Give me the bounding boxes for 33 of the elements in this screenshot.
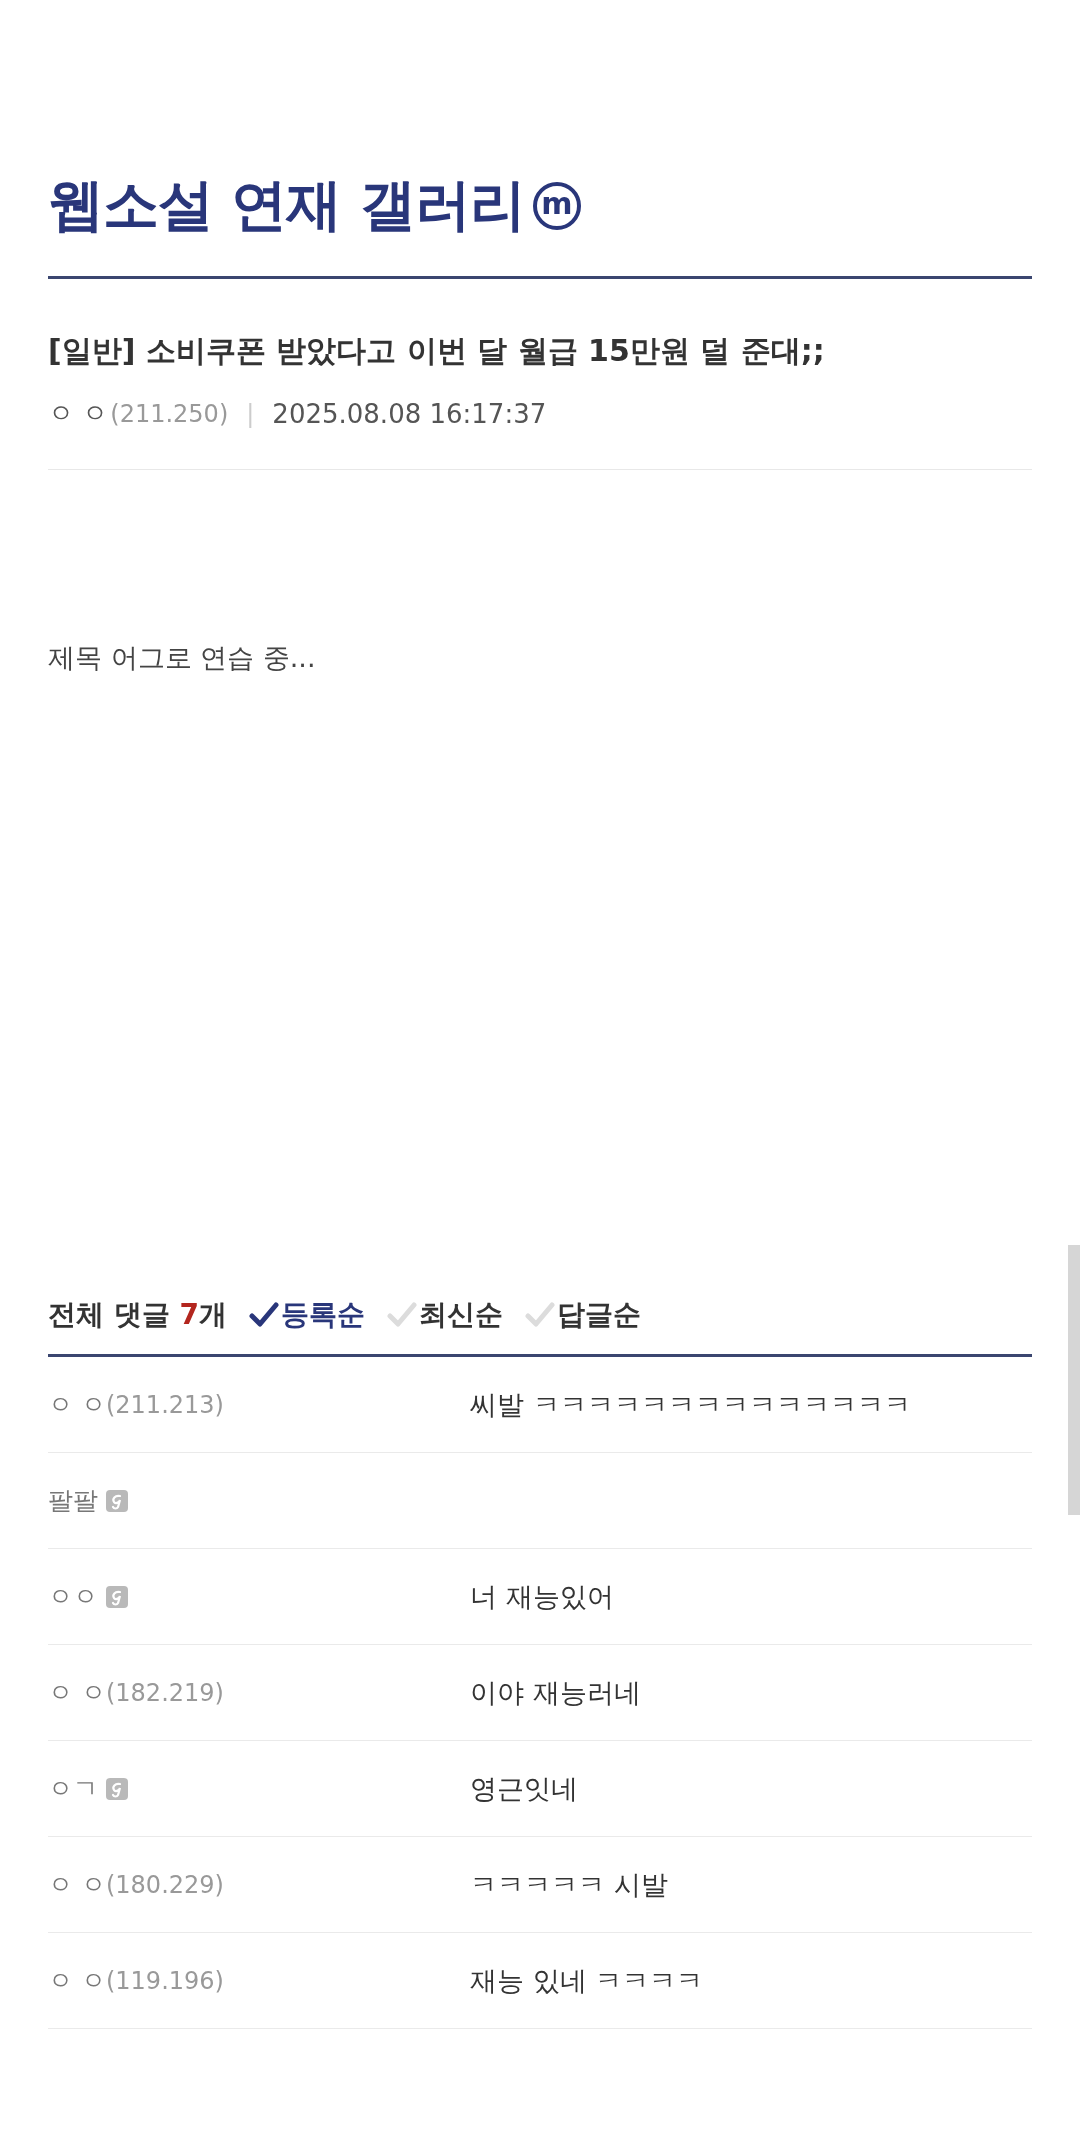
commenter-name[interactable]: ㅇ ㅇ [48, 1676, 106, 1709]
scrollbar[interactable] [1068, 1245, 1080, 1515]
sort-tab[interactable]: 등록순 [249, 1296, 365, 1334]
ip-address: (180.229) [105, 1870, 224, 1899]
comment-count-heading: 전체 댓글 7개 [48, 1297, 227, 1333]
post-body: 제목 어그로 연습 중... [48, 641, 317, 675]
ip-address: (119.196) [105, 1966, 224, 1995]
comment-text: 씨발 ㅋㅋㅋㅋㅋㅋㅋㅋㅋㅋㅋㅋㅋㅋ [470, 1387, 911, 1422]
check-icon [249, 1301, 279, 1329]
comment-text: 영근잇네 [470, 1771, 578, 1806]
post-date: 2025.08.08 16:17:37 [272, 398, 547, 429]
commenter-name[interactable]: 팔팔 [48, 1484, 98, 1517]
sort-tab[interactable]: 최신순 [387, 1296, 503, 1334]
author-name[interactable]: ㅇ ㅇ [48, 396, 109, 431]
comment-text: 재능 있네 ㅋㅋㅋㅋ [470, 1963, 704, 1998]
comment-text: 너 재능있어 [470, 1579, 614, 1614]
check-icon [525, 1301, 555, 1329]
ip-address: (211.250) [110, 399, 229, 428]
commenter-name[interactable]: ㅇㅇ [48, 1580, 98, 1613]
check-icon [387, 1301, 417, 1329]
commenter-name[interactable]: ㅇ ㅇ [48, 1388, 106, 1421]
post-title: [일반] 소비쿠폰 받았다고 이번 달 월급 15만원 덜 준대;; [48, 332, 826, 370]
ip-address: (182.219) [105, 1678, 224, 1707]
sort-tab[interactable]: 답글순 [525, 1296, 641, 1334]
comment-text: 이야 재능러네 [470, 1675, 641, 1710]
commenter-name[interactable]: ㅇ ㅇ [48, 1868, 106, 1901]
commenter-name[interactable]: ㅇㄱ [48, 1772, 98, 1805]
separator: | [246, 399, 255, 428]
ip-address: (211.213) [105, 1390, 224, 1419]
comment-text: ㅋㅋㅋㅋㅋ 시발 [470, 1867, 668, 1902]
minor-gallery-badge: m [533, 182, 581, 230]
gallery-title[interactable]: 웹소설 연재 갤러리 [48, 168, 525, 244]
commenter-name[interactable]: ㅇ ㅇ [48, 1964, 106, 1997]
